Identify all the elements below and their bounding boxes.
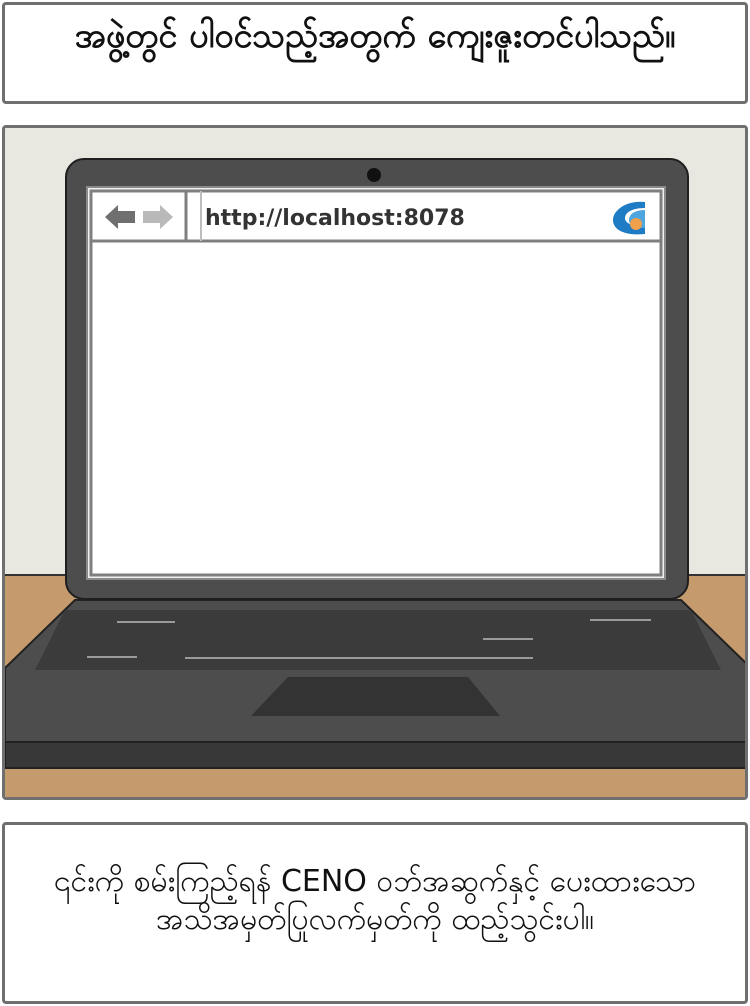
top-caption-text: အဖွဲ့တွင် ပါဝင်သည့်အတွက် ကျေးဇူးတင်ပါသည်…	[74, 16, 676, 56]
laptop-illustration: http://localhost:8078	[2, 125, 748, 800]
webcam	[367, 168, 381, 182]
bottom-caption-panel: ၎င်းကို စမ်းကြည့်ရန် CENO ဝဘ်အဆွက်နှင့် …	[2, 822, 748, 1004]
bottom-caption-text: ၎င်းကို စမ်းကြည့်ရန် CENO ဝဘ်အဆွက်နှင့် …	[53, 864, 697, 937]
browser-window: http://localhost:8078	[89, 189, 663, 577]
laptop-base	[5, 599, 745, 769]
trackpad	[251, 677, 500, 716]
top-caption-panel: အဖွဲ့တွင် ပါဝင်သည့်အတွက် ကျေးဇူးတင်ပါသည်…	[2, 2, 748, 104]
laptop-scene: http://localhost:8078	[5, 128, 745, 797]
address-bar-url[interactable]: http://localhost:8078	[205, 206, 465, 231]
